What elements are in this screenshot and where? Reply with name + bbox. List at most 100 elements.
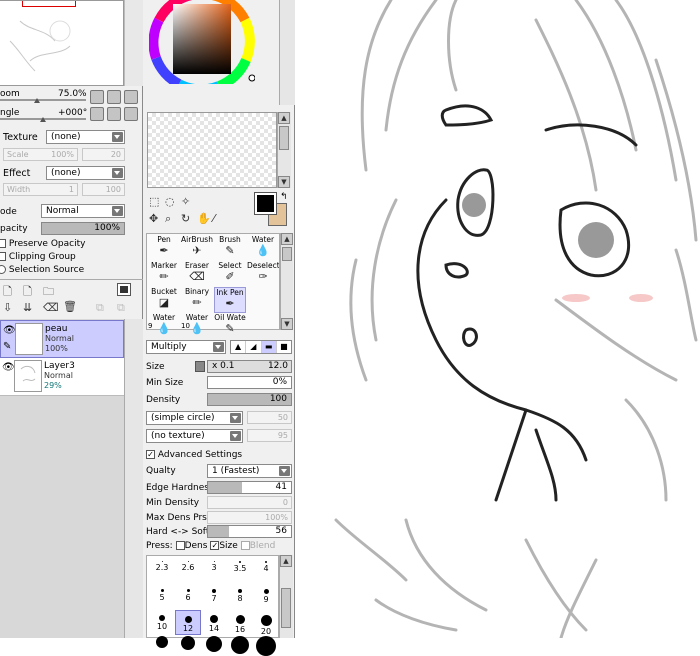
pen-lock-icon[interactable]: ✎ xyxy=(3,341,11,352)
lasso-icon[interactable]: ◌ xyxy=(165,195,175,208)
size-slider[interactable]: x 0.1 12.0 xyxy=(207,360,292,373)
shape-block-icon[interactable]: ■ xyxy=(277,341,291,353)
brush-tool-eraser[interactable]: Eraser ⌫ xyxy=(181,261,213,287)
brush-tool-brush[interactable]: Brush ✎ xyxy=(214,235,246,261)
brush-size-10[interactable]: 10 xyxy=(149,610,175,635)
edge-hardness-slider[interactable]: 41 xyxy=(207,481,292,494)
brush-size-4[interactable]: 4 xyxy=(253,558,279,583)
rotate-reset-button[interactable] xyxy=(124,107,138,121)
selection-source-row[interactable]: Selection Source xyxy=(0,265,84,275)
rect-select-icon[interactable]: ⬚ xyxy=(149,195,159,208)
angle-slider-thumb[interactable] xyxy=(40,117,46,122)
eye-icon[interactable]: 👁 xyxy=(3,325,16,336)
brush-size-12[interactable]: 12 xyxy=(175,610,201,635)
eyedropper-icon[interactable]: ⁄ xyxy=(213,212,215,225)
merge-down-icon[interactable]: ⇊ xyxy=(23,301,32,314)
brush-tool-marker[interactable]: Marker ✏ xyxy=(148,261,180,287)
clear-layer-icon[interactable]: ⌫ xyxy=(43,301,59,314)
effect-dropdown[interactable]: (none) xyxy=(46,166,125,180)
clipping-group-checkbox[interactable] xyxy=(0,252,6,261)
navigator-scrollbar[interactable] xyxy=(124,0,143,86)
zoom-reset-button[interactable] xyxy=(124,90,138,104)
brush-tool-water[interactable]: Water 💧 xyxy=(148,313,180,339)
shape-round-icon[interactable]: ◢ xyxy=(246,341,262,353)
zoom-icon[interactable]: ⌕ xyxy=(165,212,171,226)
layer-list-scrollbar[interactable] xyxy=(124,319,143,638)
rotate-left-button[interactable] xyxy=(90,107,104,121)
min-size-slider[interactable]: 0% xyxy=(207,376,292,389)
press-dens-checkbox[interactable] xyxy=(175,541,185,550)
eye-icon[interactable]: 👁 xyxy=(2,362,15,373)
hard-soft-slider[interactable]: 56 xyxy=(207,525,292,538)
trash-icon[interactable]: 🗑 xyxy=(63,300,77,313)
brush-size-16[interactable]: 16 xyxy=(227,610,253,635)
density-slider[interactable]: 100 xyxy=(207,393,292,406)
move-icon[interactable]: ✥ xyxy=(149,212,158,225)
scroll-thumb[interactable] xyxy=(279,126,289,150)
navigator-preview[interactable] xyxy=(0,0,124,86)
blend-mode-dropdown[interactable]: Normal xyxy=(41,204,125,218)
scroll-up-icon[interactable]: ▲ xyxy=(278,112,290,124)
selection-source-radio[interactable] xyxy=(0,265,6,274)
brush-tool-binary[interactable]: Binary ✏ xyxy=(181,287,213,313)
brush-size-6[interactable]: 6 xyxy=(175,584,201,609)
brush-tool-select[interactable]: Select ✐ xyxy=(214,261,246,287)
brush-size-scrollbar[interactable]: ▲ xyxy=(279,555,293,638)
scroll-thumb[interactable] xyxy=(282,247,292,261)
brush-size-14[interactable]: 14 xyxy=(201,610,227,635)
size-multiplier-toggle[interactable] xyxy=(195,361,205,372)
brush-tool-oil-wate[interactable]: Oil Wate ✎ xyxy=(214,313,246,339)
drawing-canvas[interactable] xyxy=(296,0,700,638)
brush-shape-selector[interactable]: ▲ ◢ ▬ ■ xyxy=(230,340,292,354)
brush-tool-deselect[interactable]: Deselect ✑ xyxy=(247,261,279,287)
folder-icon[interactable]: 🗀 xyxy=(43,283,54,302)
transfer-down-icon[interactable]: ⇩ xyxy=(3,301,12,314)
shape-square-icon[interactable]: ▬ xyxy=(261,341,277,353)
advanced-settings-row[interactable]: ✓ Advanced Settings xyxy=(146,450,242,460)
brush-tool-airbrush[interactable]: AirBrush ✈ xyxy=(181,235,213,261)
rotate-icon[interactable]: ↻ xyxy=(181,212,190,225)
zoom-out-button[interactable] xyxy=(90,90,104,104)
brush-size-8[interactable]: 8 xyxy=(227,584,253,609)
brush-tool-scrollbar[interactable]: ▲ ▼ xyxy=(280,233,293,330)
texture-dropdown[interactable]: (none) xyxy=(46,130,125,144)
brush-size-2.6[interactable]: 2.6 xyxy=(175,558,201,583)
scratchpad[interactable] xyxy=(147,112,277,188)
rotate-right-button[interactable] xyxy=(107,107,121,121)
color-wheel[interactable] xyxy=(149,0,255,84)
preserve-opacity-checkbox[interactable] xyxy=(0,239,6,248)
layer-item-layer3[interactable]: 👁 Layer3 Normal 29% xyxy=(0,358,124,396)
brush-size-7[interactable]: 7 xyxy=(201,584,227,609)
swap-colors-icon[interactable]: ↰ xyxy=(280,192,288,202)
scroll-down-icon[interactable]: ▼ xyxy=(281,318,293,330)
scroll-up-icon[interactable]: ▲ xyxy=(280,555,292,567)
magic-wand-icon[interactable]: ✧ xyxy=(181,195,190,208)
scratchpad-scrollbar[interactable]: ▲ ▼ xyxy=(277,112,291,188)
zoom-slider-thumb[interactable] xyxy=(34,98,40,103)
clipping-group-row[interactable]: Clipping Group xyxy=(0,252,76,262)
brush-tool-ink-pen[interactable]: Ink Pen ✒ xyxy=(214,287,246,313)
brush-size-9[interactable]: 9 xyxy=(253,584,279,609)
scroll-up-icon[interactable]: ▲ xyxy=(281,233,293,245)
brush-tool-pen[interactable]: Pen ✒ xyxy=(148,235,180,261)
brush-blend-dropdown[interactable]: Multiply xyxy=(146,340,226,354)
scroll-thumb[interactable] xyxy=(281,588,291,628)
layer-item-peau[interactable]: 👁 ✎ peau Normal 100% xyxy=(0,320,124,358)
hand-icon[interactable]: ✋ xyxy=(197,212,211,225)
zoom-slider[interactable] xyxy=(0,99,86,101)
brush-size-20[interactable]: 20 xyxy=(253,610,279,636)
layer-mask-icon[interactable] xyxy=(117,283,131,296)
advanced-settings-checkbox[interactable]: ✓ xyxy=(146,450,155,459)
zoom-in-button[interactable] xyxy=(107,90,121,104)
brush-size-3.5[interactable]: 3.5 xyxy=(227,558,253,583)
press-size-checkbox[interactable]: ✓ xyxy=(210,541,220,550)
preserve-opacity-row[interactable]: Preserve Opacity xyxy=(0,239,85,249)
brush-size-5[interactable]: 5 xyxy=(149,584,175,609)
color-panel-scrollbar[interactable] xyxy=(279,0,295,105)
brush-shape-dropdown[interactable]: (simple circle) xyxy=(146,411,243,425)
opacity-slider[interactable]: 100% xyxy=(41,222,125,235)
shape-flat-icon[interactable]: ▲ xyxy=(231,341,247,353)
brush-tool-water[interactable]: Water 💧 xyxy=(247,235,279,261)
primary-color-swatch[interactable] xyxy=(254,192,277,215)
new-layer-set-icon[interactable]: 🗋 xyxy=(23,283,32,302)
